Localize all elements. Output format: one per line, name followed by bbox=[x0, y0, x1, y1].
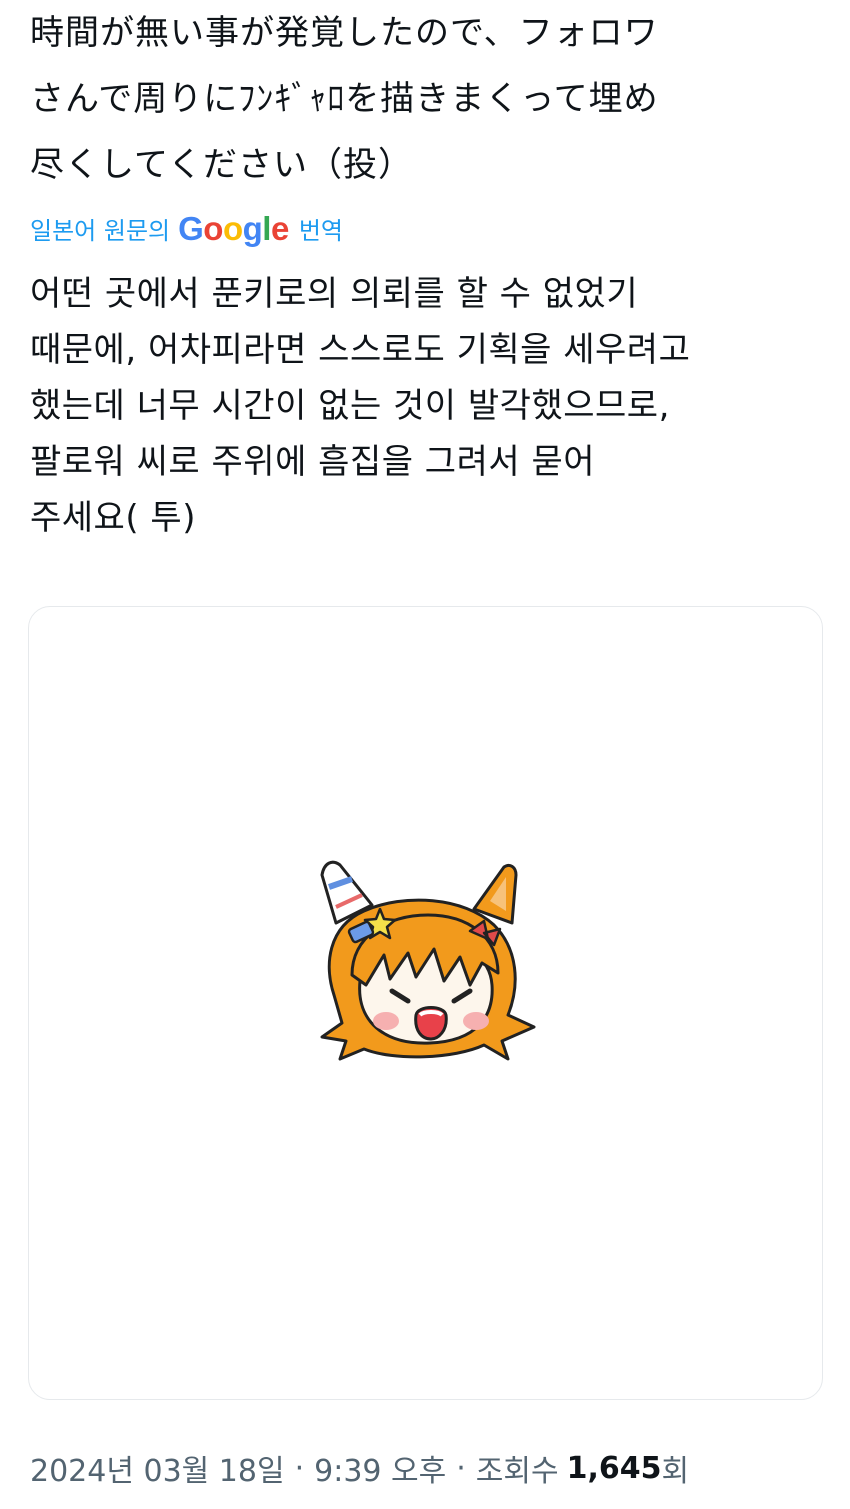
google-letter: G bbox=[178, 209, 204, 247]
google-letter: g bbox=[242, 209, 263, 247]
tweet-media-image[interactable] bbox=[28, 606, 823, 1400]
meta-separator: · bbox=[456, 1450, 466, 1486]
translated-line-1: 어떤 곳에서 푼키로의 의뢰를 할 수 없었기 bbox=[30, 274, 639, 314]
tweet-time[interactable]: 9:39 오후 bbox=[314, 1446, 446, 1490]
tweet-translated-text: 어떤 곳에서 푼키로의 의뢰를 할 수 없었기 때문에, 어차피라면 스스로도 … bbox=[30, 266, 820, 546]
tweet-original-text: 時間が無い事が発覚したので、フォロワ さんで周りにﾌﾝｷﾞｬﾛを描きまくって埋め… bbox=[30, 0, 820, 198]
original-line-1: 時間が無い事が発覚したので、フォロワ bbox=[30, 13, 659, 53]
chibi-horse-girl-illustration bbox=[320, 860, 536, 1061]
google-letter: l bbox=[262, 209, 271, 247]
tweet-detail: 時間が無い事が発覚したので、フォロワ さんで周りにﾌﾝｷﾞｬﾛを描きまくって埋め… bbox=[0, 0, 850, 1509]
tweet-meta: 2024년 03월 18일 · 9:39 오후 · 조회수 1,645 회 bbox=[30, 1446, 689, 1490]
views-unit: 회 bbox=[661, 1454, 690, 1489]
translate-suffix: 번역 bbox=[298, 216, 343, 245]
translated-line-2: 때문에, 어차피라면 스스로도 기획을 세우려고 bbox=[30, 330, 691, 370]
views-count: 1,645 bbox=[566, 1450, 662, 1486]
translated-line-4: 팔로워 씨로 주위에 흠집을 그려서 묻어 bbox=[30, 442, 596, 482]
translated-line-5: 주세요( 투) bbox=[30, 498, 196, 538]
google-logo: Google bbox=[178, 212, 289, 245]
google-letter: o bbox=[222, 209, 243, 247]
google-letter: o bbox=[203, 209, 223, 247]
views-label: 조회수 bbox=[475, 1454, 559, 1489]
google-letter: e bbox=[270, 209, 289, 247]
original-line-3: 尽くしてください（投） bbox=[30, 145, 413, 185]
meta-separator: · bbox=[294, 1450, 305, 1486]
translate-prefix: 일본어 원문의 bbox=[30, 216, 171, 245]
translated-line-3: 했는데 너무 시간이 없는 것이 발각했으므로, bbox=[30, 386, 670, 426]
original-line-2: さんで周りにﾌﾝｷﾞｬﾛを描きまくって埋め bbox=[30, 79, 659, 119]
translate-attribution-link[interactable]: 일본어 원문의 Google 번역 bbox=[30, 206, 343, 250]
tweet-date[interactable]: 2024년 03월 18일 bbox=[30, 1446, 285, 1490]
